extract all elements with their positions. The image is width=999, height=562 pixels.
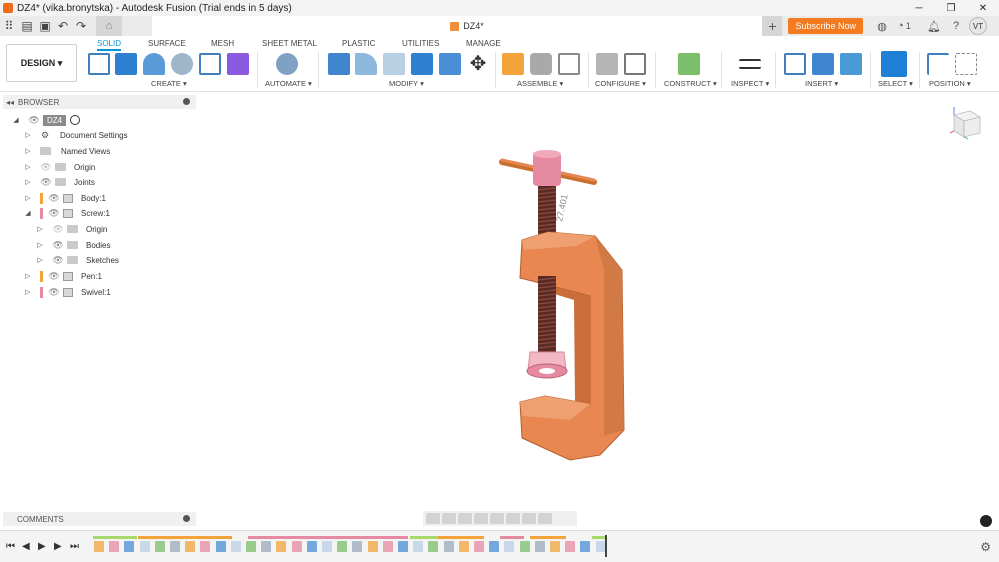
- timeline-feature-icon[interactable]: [504, 541, 515, 552]
- timeline: ⏮ ◀ ▶ ▶ ⏭ ⚙: [0, 530, 999, 562]
- 3d-viewport[interactable]: 27.401: [0, 0, 999, 562]
- timeline-feature-icon[interactable]: [519, 541, 530, 552]
- timeline-feature-icon[interactable]: [428, 541, 439, 552]
- zoom-window-icon[interactable]: [490, 513, 504, 524]
- timeline-feature-icon[interactable]: [352, 541, 363, 552]
- go-to-end-icon[interactable]: ⏭: [70, 541, 79, 552]
- timeline-feature-icon[interactable]: [565, 541, 576, 552]
- swivel-pad[interactable]: [526, 351, 568, 379]
- timeline-group-bar: [438, 536, 484, 539]
- timeline-group-bar: [93, 536, 137, 539]
- timeline-feature-icon[interactable]: [215, 541, 226, 552]
- timeline-group-bar: [248, 536, 408, 539]
- timeline-feature-icon[interactable]: [276, 541, 287, 552]
- viewports-icon[interactable]: [538, 513, 552, 524]
- timeline-feature-icon[interactable]: [474, 541, 484, 552]
- orbit-icon[interactable]: [426, 513, 440, 524]
- timeline-feature-icon[interactable]: [261, 541, 272, 552]
- timeline-feature-icon[interactable]: [230, 541, 241, 552]
- timeline-group-bar: [592, 536, 606, 539]
- add-comment-icon[interactable]: [183, 515, 190, 522]
- timeline-feature-icon[interactable]: [443, 541, 454, 552]
- screw-thread-lower[interactable]: [537, 276, 557, 352]
- chat-icon[interactable]: [980, 515, 992, 527]
- timeline-feature-icon[interactable]: [154, 541, 165, 552]
- comments-title: COMMENTS: [17, 514, 64, 524]
- timeline-feature-icon[interactable]: [550, 541, 560, 552]
- timeline-feature-icon[interactable]: [200, 541, 211, 552]
- c-clamp-frame[interactable]: [519, 231, 625, 461]
- timeline-group-bar: [500, 536, 524, 539]
- zoom-icon[interactable]: [474, 513, 488, 524]
- timeline-settings-gear-icon[interactable]: ⚙: [980, 540, 991, 554]
- play-icon[interactable]: ▶: [38, 541, 46, 552]
- timeline-feature-icon[interactable]: [458, 541, 469, 552]
- timeline-feature-icon[interactable]: [291, 541, 302, 552]
- timeline-feature-icon[interactable]: [306, 541, 317, 552]
- timeline-group-bar: [530, 536, 566, 539]
- timeline-feature-icon[interactable]: [580, 541, 591, 552]
- timeline-feature-icon[interactable]: [185, 541, 196, 552]
- dimension-label: 27.401: [554, 193, 570, 222]
- timeline-feature-icon[interactable]: [124, 541, 135, 552]
- navigation-bar: [423, 511, 577, 526]
- timeline-feature-icon[interactable]: [246, 541, 256, 552]
- timeline-feature-icon[interactable]: [382, 541, 393, 552]
- timeline-group-bar: [138, 536, 232, 539]
- timeline-feature-icon[interactable]: [398, 541, 408, 552]
- timeline-feature-icon[interactable]: [170, 541, 180, 552]
- timeline-feature-icon[interactable]: [94, 541, 104, 552]
- go-to-start-icon[interactable]: ⏮: [6, 541, 15, 552]
- step-forward-icon[interactable]: ▶: [54, 541, 62, 552]
- screw-head[interactable]: [533, 150, 561, 186]
- timeline-feature-icon[interactable]: [367, 541, 378, 552]
- comments-panel-header[interactable]: COMMENTS: [3, 512, 196, 526]
- grid-settings-icon[interactable]: [522, 513, 536, 524]
- timeline-feature-icon[interactable]: [534, 541, 545, 552]
- timeline-feature-icon[interactable]: [413, 541, 424, 552]
- timeline-feature-icon[interactable]: [322, 541, 332, 552]
- timeline-feature-icon[interactable]: [337, 541, 348, 552]
- timeline-group-bar: [410, 536, 438, 539]
- step-back-icon[interactable]: ◀: [22, 541, 30, 552]
- pan-icon[interactable]: [458, 513, 472, 524]
- timeline-marker[interactable]: [605, 535, 607, 557]
- look-at-icon[interactable]: [442, 513, 456, 524]
- timeline-feature-icon[interactable]: [139, 541, 150, 552]
- view-cube[interactable]: [948, 105, 984, 141]
- display-settings-icon[interactable]: [506, 513, 520, 524]
- timeline-feature-icon[interactable]: [489, 541, 500, 552]
- timeline-feature-icon[interactable]: [109, 541, 120, 552]
